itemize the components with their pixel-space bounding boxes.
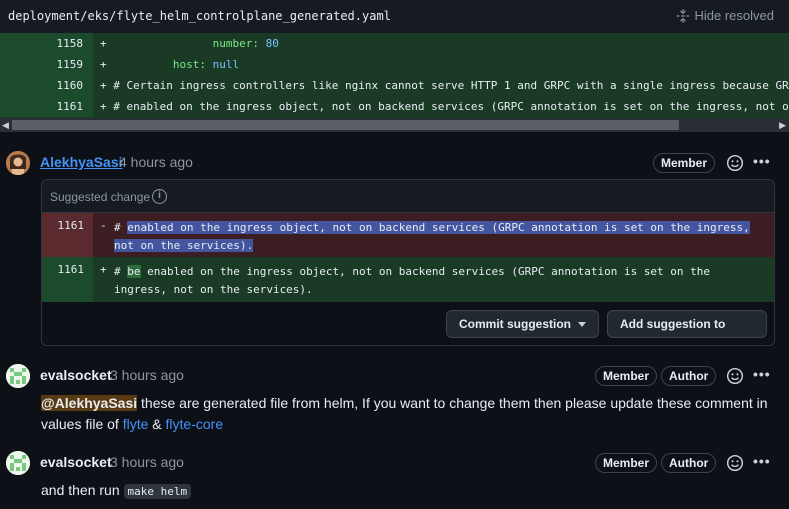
diff-row: 1161 + # enabled on the ingress object, … — [0, 96, 789, 117]
diff-row: 1160 + # Certain ingress controllers lik… — [0, 75, 789, 96]
diff-sign: + — [100, 263, 107, 276]
comment-author[interactable]: AlekhyaSasi — [40, 154, 123, 170]
diff-row: 1159 + host: null — [0, 54, 789, 75]
kebab-horizontal-icon[interactable]: ••• — [753, 453, 771, 469]
diff-code: + host: null — [100, 58, 240, 71]
file-header: deployment/eks/flyte_helm_controlplane_g… — [0, 0, 789, 33]
hide-resolved-label: Hide resolved — [694, 8, 775, 23]
inline-code: make helm — [123, 484, 192, 499]
comment-time[interactable]: 3 hours ago — [110, 367, 184, 383]
diff-code: + number: 80 — [100, 37, 279, 50]
comment-time[interactable]: 4 hours ago — [119, 154, 193, 170]
diff-row: 1158 + number: 80 — [0, 33, 789, 54]
scrollbar-thumb[interactable] — [12, 120, 679, 130]
diff-sign: - — [100, 219, 107, 232]
horizontal-scrollbar[interactable]: ◀ ▶ — [0, 118, 789, 132]
flyte-core-link[interactable]: flyte-core — [166, 416, 224, 432]
diff-code: + # enabled on the ingress object, not o… — [100, 100, 789, 113]
flyte-link[interactable]: flyte — [123, 416, 149, 432]
suggestion-header: Suggested change i — [42, 180, 774, 213]
smiley-icon[interactable] — [726, 454, 744, 472]
line-number: 1161 — [57, 263, 85, 276]
added-line: 1161 + # be enabled on the ingress objec… — [42, 257, 774, 302]
comment-body: and then run make helm — [41, 480, 192, 502]
info-icon[interactable]: i — [152, 189, 167, 204]
comment-author[interactable]: evalsocket — [40, 367, 112, 383]
suggested-change-box: Suggested change i 1161 - # enabled on t… — [41, 179, 775, 346]
line-number[interactable]: 1161 — [0, 96, 93, 117]
comment-body: @AlekhyaSasi these are generated file fr… — [41, 395, 768, 432]
author-badge: Author — [661, 366, 717, 386]
comment-author[interactable]: evalsocket — [40, 454, 112, 470]
line-number: 1161 — [57, 219, 85, 232]
triangle-down-icon — [578, 322, 586, 327]
unfold-icon — [676, 8, 689, 23]
member-badge: Member — [653, 153, 716, 173]
avatar[interactable] — [6, 451, 30, 475]
avatar[interactable] — [6, 151, 30, 175]
kebab-horizontal-icon[interactable]: ••• — [753, 366, 771, 382]
suggestion-footer: Commit suggestion Add suggestion to batc… — [42, 302, 774, 345]
deleted-line: 1161 - # enabled on the ingress object, … — [42, 213, 774, 257]
suggestion-title: Suggested change — [50, 190, 151, 204]
member-badge: Member — [595, 366, 658, 386]
comment-time[interactable]: 3 hours ago — [110, 454, 184, 470]
scroll-right-arrow-icon[interactable]: ▶ — [779, 118, 786, 132]
line-number[interactable]: 1160 — [0, 75, 93, 96]
line-number[interactable]: 1158 — [0, 33, 93, 54]
hide-resolved-button[interactable]: Hide resolved — [676, 8, 775, 23]
avatar[interactable] — [6, 364, 30, 388]
commit-suggestion-button[interactable]: Commit suggestion — [446, 310, 599, 338]
added-code: # be enabled on the ingress object, not … — [114, 265, 711, 296]
author-badge: Author — [661, 453, 717, 473]
line-number[interactable]: 1159 — [0, 54, 93, 75]
smiley-icon[interactable] — [726, 367, 744, 385]
file-path[interactable]: deployment/eks/flyte_helm_controlplane_g… — [8, 9, 391, 23]
deleted-code: # enabled on the ingress object, not on … — [114, 221, 750, 252]
add-suggestion-to-batch-button[interactable]: Add suggestion to batch — [607, 310, 767, 345]
scroll-left-arrow-icon[interactable]: ◀ — [2, 118, 9, 132]
diff-view: 1158 + number: 80 1159 + host: null 1160… — [0, 33, 789, 118]
kebab-horizontal-icon[interactable]: ••• — [753, 153, 771, 169]
smiley-icon[interactable] — [726, 154, 744, 172]
member-badge: Member — [595, 453, 658, 473]
diff-code: + # Certain ingress controllers like ngi… — [100, 79, 789, 92]
user-mention[interactable]: @AlekhyaSasi — [41, 395, 138, 411]
